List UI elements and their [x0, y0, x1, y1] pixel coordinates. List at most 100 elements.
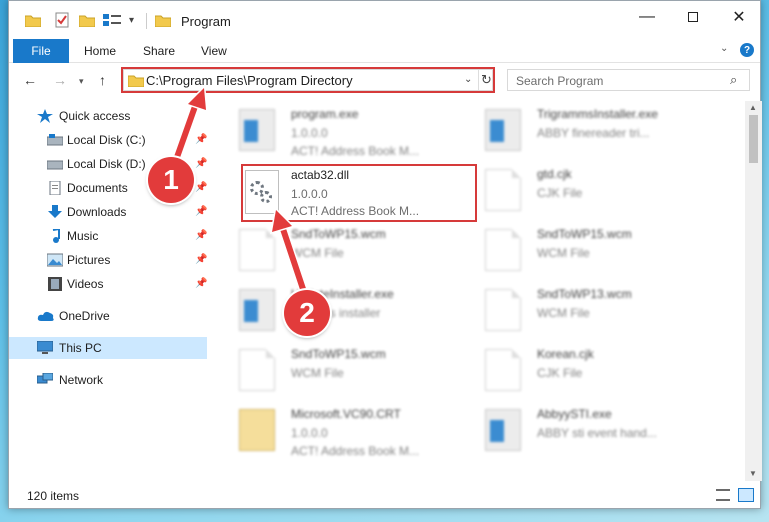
file-item[interactable]: Microsoft.VC90.CRT 1.0.0.0 ACT! Address … — [217, 403, 457, 458]
file-description: ABBY sti event hand... — [537, 426, 657, 440]
file-item[interactable]: AbbyySTI.exe ABBY sti event hand... — [463, 403, 703, 457]
navigation-bar: ← → ▾ ↑ C:\Program Files\Program Directo… — [9, 63, 760, 97]
file-list: program.exe 1.0.0.0 ACT! Address Book M.… — [217, 101, 745, 481]
tiles-view-icon[interactable] — [738, 488, 754, 502]
file-type: WCM File — [537, 306, 590, 320]
file-name: SndToWP15.wcm — [537, 227, 632, 241]
sidebar-item-label: Documents — [67, 181, 128, 195]
sidebar-item-quick-access[interactable]: Quick access — [9, 105, 207, 127]
maximize-icon — [688, 12, 698, 22]
new-folder-icon[interactable] — [79, 10, 95, 30]
search-box[interactable]: Search Program ⌕ — [507, 69, 750, 91]
caret-down-icon[interactable]: ▾ — [129, 10, 134, 30]
file-item[interactable]: program.exe 1.0.0.0 ACT! Address Book M.… — [217, 103, 457, 158]
tab-home[interactable]: Home — [84, 44, 116, 58]
folder-icon — [154, 13, 172, 30]
pictures-icon — [46, 253, 64, 267]
drive-icon — [46, 133, 64, 147]
recent-locations-icon[interactable]: ▾ — [79, 76, 84, 87]
file-name: Korean.cjk — [537, 347, 594, 361]
sidebar-item-label: Quick access — [59, 109, 131, 123]
document-icon — [239, 349, 275, 391]
file-type: WCM File — [291, 246, 344, 260]
scroll-thumb[interactable] — [749, 115, 758, 163]
file-name: TrigrammsInstaller.exe — [537, 107, 658, 121]
file-item[interactable]: gtd.cjk CJK File — [463, 163, 703, 217]
installer-icon — [485, 109, 521, 151]
maximize-button[interactable] — [670, 1, 716, 33]
network-icon — [36, 372, 54, 387]
tab-view[interactable]: View — [201, 44, 227, 58]
sidebar-item-music[interactable]: Music 📌 — [9, 225, 207, 247]
installer-icon — [239, 109, 275, 151]
explorer-window: ▾ Program — ✕ File Home Share View ⌄ ? ←… — [8, 0, 762, 509]
ribbon-expand-icon[interactable]: ⌄ — [720, 43, 728, 54]
properties-icon[interactable] — [103, 10, 121, 30]
sidebar-item-label: Music — [67, 229, 99, 243]
file-item[interactable]: Korean.cjk CJK File — [463, 343, 703, 397]
documents-icon — [47, 180, 63, 196]
file-description: ABBY finereader tri... — [537, 126, 650, 140]
sidebar-item-network[interactable]: Network — [9, 369, 207, 391]
sidebar-item-pictures[interactable]: Pictures 📌 — [9, 249, 207, 271]
scroll-up-icon[interactable]: ▲ — [749, 103, 757, 112]
help-icon[interactable]: ? — [740, 43, 754, 57]
file-item[interactable]: SndToWP13.wcm WCM File — [463, 283, 703, 337]
file-description: ACT! Address Book M... — [291, 144, 420, 158]
sidebar-item-label: Network — [59, 373, 104, 387]
step-badge-1: 1 — [148, 157, 194, 203]
vertical-scrollbar[interactable]: ▲ ▼ — [745, 101, 762, 481]
item-count: 120 items — [27, 489, 80, 503]
up-arrow-icon[interactable]: ↑ — [99, 72, 106, 88]
file-type: WCM File — [291, 366, 344, 380]
tab-file[interactable]: File — [13, 39, 69, 63]
file-item[interactable]: TrigrammsInstaller.exe ABBY finereader t… — [463, 103, 703, 157]
file-description: ACT! Address Book M... — [291, 444, 420, 458]
back-arrow-icon[interactable]: ← — [23, 72, 37, 88]
drive-icon — [46, 157, 64, 171]
window-title: Program — [181, 14, 231, 29]
sidebar-item-label: Videos — [67, 277, 104, 291]
sidebar-item-downloads[interactable]: Downloads 📌 — [9, 201, 207, 223]
pin-icon[interactable]: 📌 — [195, 278, 207, 289]
sidebar-item-videos[interactable]: Videos 📌 — [9, 273, 207, 295]
pin-icon[interactable]: 📌 — [195, 206, 207, 217]
file-name: Microsoft.VC90.CRT — [291, 407, 401, 421]
file-item[interactable]: SndToWP15.wcm WCM File — [217, 223, 457, 277]
sidebar-item-local-disk-c[interactable]: Local Disk (C:) 📌 — [9, 129, 207, 151]
folder-icon[interactable] — [25, 10, 41, 30]
file-type: CJK File — [537, 186, 583, 200]
pin-icon[interactable]: 📌 — [195, 134, 207, 145]
status-bar: 120 items — [9, 485, 760, 509]
tab-share[interactable]: Share — [143, 44, 175, 58]
checkmark-icon[interactable] — [55, 10, 69, 30]
search-icon[interactable]: ⌕ — [730, 72, 737, 88]
pin-icon[interactable]: 📌 — [195, 230, 207, 241]
file-item[interactable]: SndToWP15.wcm WCM File — [217, 343, 457, 397]
document-icon — [485, 229, 521, 271]
details-view-icon[interactable] — [716, 489, 730, 501]
search-placeholder[interactable]: Search Program — [516, 74, 603, 88]
file-item[interactable]: SndToWP15.wcm WCM File — [463, 223, 703, 277]
pin-icon[interactable]: 📌 — [195, 182, 207, 193]
close-button[interactable]: ✕ — [716, 1, 762, 33]
sidebar-item-label: Pictures — [67, 253, 111, 267]
file-name: gtd.cjk — [537, 167, 572, 181]
pin-icon[interactable]: 📌 — [195, 158, 207, 169]
document-icon — [485, 349, 521, 391]
installer-icon — [485, 409, 521, 451]
pin-icon[interactable]: 📌 — [195, 254, 207, 265]
document-icon — [239, 229, 275, 271]
minimize-button[interactable]: — — [624, 1, 670, 33]
forward-arrow-icon[interactable]: → — [53, 72, 67, 88]
file-version: 1.0.0.0 — [291, 126, 328, 140]
music-note-icon — [47, 227, 63, 243]
film-icon — [47, 277, 63, 291]
sidebar-item-onedrive[interactable]: OneDrive — [9, 305, 207, 327]
scroll-down-icon[interactable]: ▼ — [749, 469, 757, 478]
file-highlight-box — [241, 164, 477, 222]
sidebar-item-this-pc[interactable]: This PC — [9, 337, 207, 359]
title-separator — [146, 13, 147, 29]
file-name: program.exe — [291, 107, 359, 121]
file-item[interactable]: UpdateInstaller.exe Updates installer — [217, 283, 457, 337]
